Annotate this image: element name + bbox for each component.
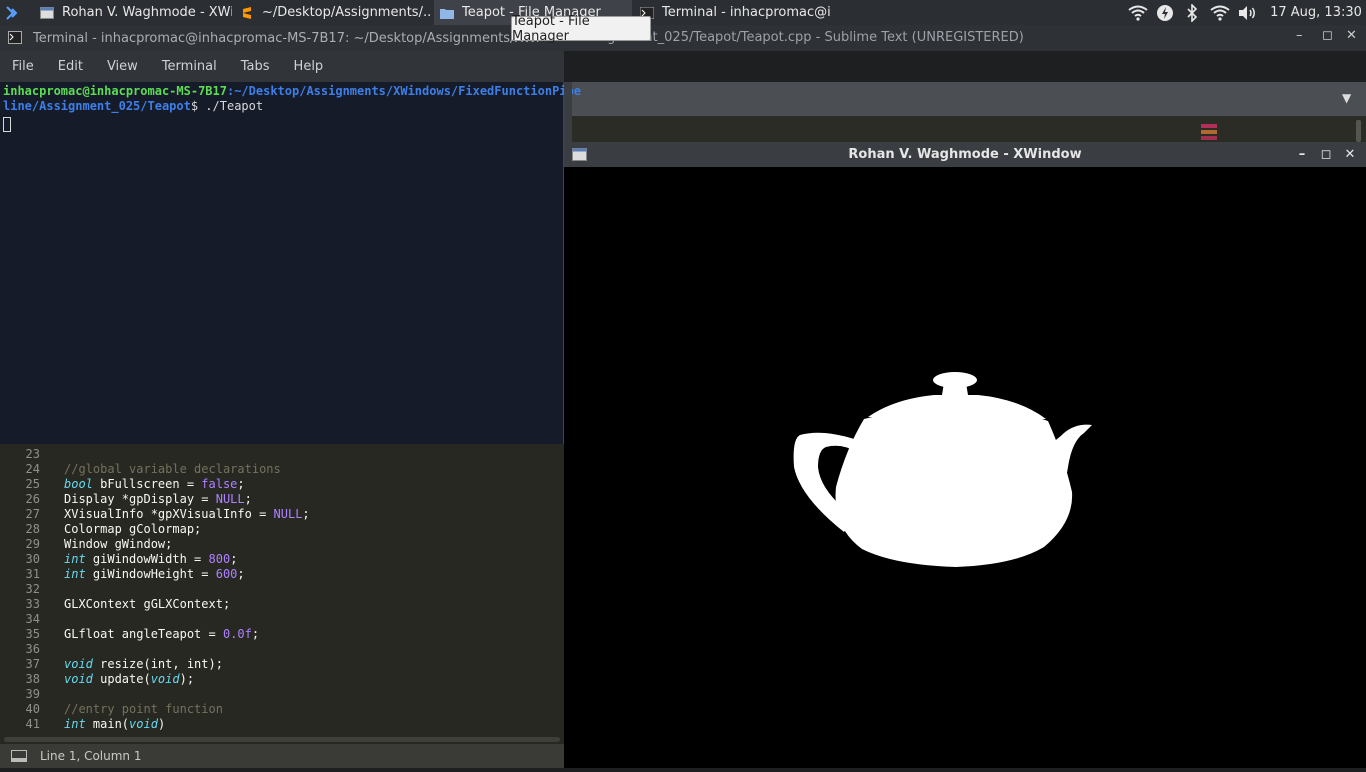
terminal-icon	[8, 31, 22, 44]
code-line: 40//entry point function	[25, 702, 223, 716]
sublime-icon	[243, 6, 251, 19]
menu-file[interactable]: File	[12, 59, 34, 74]
app-menu-icon[interactable]	[4, 5, 22, 21]
panel-toggle-icon[interactable]	[11, 750, 27, 762]
terminal-output[interactable]: inhacpromac@inhacpromac-MS-7B17:~/Deskto…	[0, 82, 581, 444]
code-line: 32	[25, 582, 40, 596]
taskbar-item-label: ~/Desktop/Assignments/...	[262, 5, 432, 20]
power-icon[interactable]	[1154, 0, 1176, 25]
clock[interactable]: 17 Aug, 13:30	[1268, 0, 1364, 25]
taskbar-item-sublime[interactable]: ~/Desktop/Assignments/...	[234, 0, 432, 25]
menu-help[interactable]: Help	[294, 59, 324, 74]
code-line: 29 Window gWindow;	[25, 537, 173, 551]
window-icon	[572, 148, 587, 161]
terminal-scrollbar[interactable]	[564, 82, 572, 142]
prompt-path-continued: line/Assignment_025/Teapot	[3, 99, 191, 113]
prompt-user: inhacpromac@inhacpromac-MS-7B17	[3, 84, 227, 98]
code-line: 28 Colormap gColormap;	[25, 522, 202, 536]
taskbar-item-label: Terminal - inhacpromac@i...	[662, 5, 832, 20]
taskbar-item-label: Rohan V. Waghmode - XWi...	[62, 5, 232, 20]
xwindow-title: Rohan V. Waghmode - XWindow	[848, 147, 1082, 162]
terminal-window-title: Terminal - inhacpromac@inhacpromac-MS-7B…	[33, 30, 540, 46]
code-line: 34	[25, 612, 40, 626]
code-line: 24//global variable declarations	[25, 462, 281, 476]
minimap[interactable]	[1201, 118, 1245, 142]
code-horizontal-scrollbar[interactable]	[0, 736, 564, 744]
terminal-menubar: File Edit View Terminal Tabs Help	[0, 51, 564, 82]
code-line: 38 void update(void);	[25, 672, 195, 686]
code-line: 35 GLfloat angleTeapot = 0.0f;	[25, 627, 260, 641]
editor-scrollbar[interactable]	[1356, 120, 1361, 142]
maximize-icon[interactable]: ◻	[1322, 28, 1333, 43]
sublime-editor-area	[564, 116, 1366, 142]
sublime-window-title: ssignment_025/Teapot/Teapot.cpp - Sublim…	[590, 30, 1024, 45]
network-icon[interactable]	[1208, 0, 1232, 25]
prompt-path: :~/Desktop/Assignments/XWindows/FixedFun…	[226, 84, 581, 98]
command-text: $ ./Teapot	[190, 99, 264, 113]
code-line: 23	[25, 447, 40, 461]
menu-edit[interactable]: Edit	[58, 59, 83, 74]
code-line: 25 bool bFullscreen = false;	[25, 477, 245, 491]
menu-tabs[interactable]: Tabs	[241, 59, 270, 74]
xwindow-titlebar[interactable]: Rohan V. Waghmode - XWindow – ◻ ✕	[564, 142, 1366, 167]
taskbar-item-terminal[interactable]: Terminal - inhacpromac@i...	[634, 0, 832, 25]
taskbar-tooltip: Teapot - File Manager	[511, 14, 651, 44]
sublime-statusbar: Line 1, Column 1	[0, 744, 564, 768]
code-line: 39	[25, 687, 40, 701]
menu-terminal[interactable]: Terminal	[162, 59, 217, 74]
volume-icon[interactable]	[1236, 0, 1260, 25]
taskbar-item-xwindow[interactable]: Rohan V. Waghmode - XWi...	[34, 0, 232, 25]
wifi-icon[interactable]	[1126, 0, 1150, 25]
close-button[interactable]: ✕	[1338, 142, 1362, 167]
code-line: 33 GLXContext gGLXContext;	[25, 597, 231, 611]
maximize-button[interactable]: ◻	[1314, 142, 1338, 167]
sublime-tab-bar: ▼	[564, 82, 1366, 116]
code-line: 31 int giWindowHeight = 600;	[25, 567, 245, 581]
top-panel: Rohan V. Waghmode - XWi... ~/Desktop/Ass…	[0, 0, 1366, 25]
code-line: 27 XVisualInfo *gpXVisualInfo = NULL;	[25, 507, 310, 521]
menu-view[interactable]: View	[107, 59, 138, 74]
code-line: 37 void resize(int, int);	[25, 657, 223, 671]
bluetooth-icon[interactable]	[1182, 0, 1202, 25]
minimize-button[interactable]: –	[1290, 142, 1314, 167]
terminal-cursor	[3, 117, 11, 132]
teapot-render	[793, 372, 1092, 567]
tab-dropdown-icon[interactable]: ▼	[1342, 91, 1351, 105]
code-line: 26 Display *gpDisplay = NULL;	[25, 492, 252, 506]
code-line: 41 int main(void)	[25, 717, 166, 731]
folder-icon	[440, 8, 454, 19]
cursor-position: Line 1, Column 1	[40, 749, 142, 763]
window-icon	[40, 6, 54, 19]
code-line: 36	[25, 642, 40, 656]
opengl-viewport[interactable]	[564, 167, 1366, 768]
close-icon[interactable]: ✕	[1346, 28, 1357, 43]
code-editor[interactable]: 23 24//global variable declarations 25 bo…	[0, 444, 564, 736]
minimize-icon[interactable]: –	[1296, 28, 1303, 43]
terminal-titlebar[interactable]: Terminal - inhacpromac@inhacpromac-MS-7B…	[0, 25, 564, 51]
code-line: 30 int giWindowWidth = 800;	[25, 552, 238, 566]
